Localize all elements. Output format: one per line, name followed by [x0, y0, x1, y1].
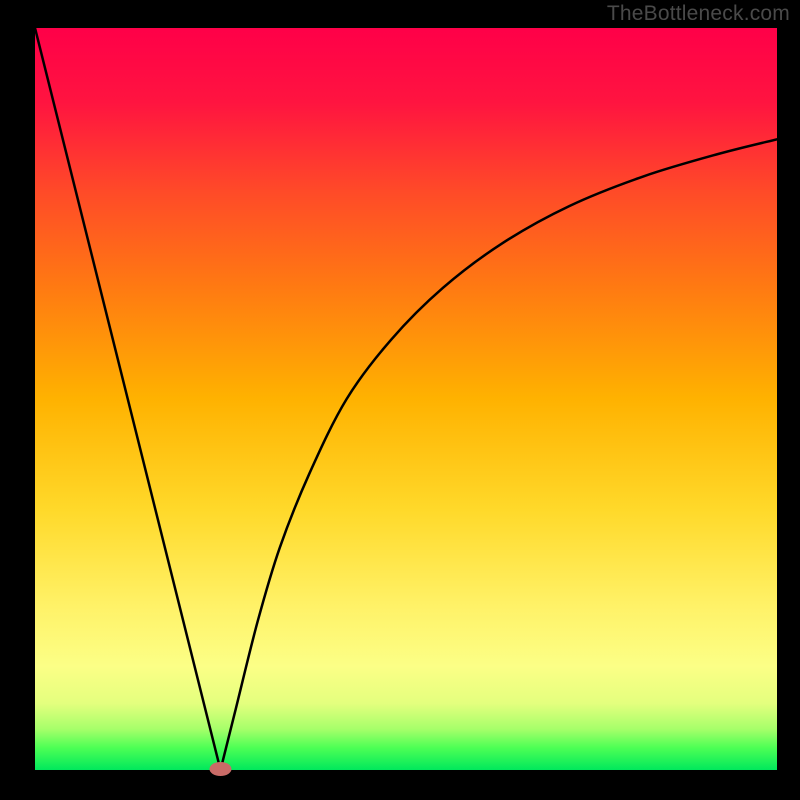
watermark-text: TheBottleneck.com	[607, 2, 790, 26]
optimum-marker	[210, 762, 232, 776]
bottleneck-chart	[0, 0, 800, 800]
chart-frame: TheBottleneck.com	[0, 0, 800, 800]
plot-background	[35, 28, 777, 770]
